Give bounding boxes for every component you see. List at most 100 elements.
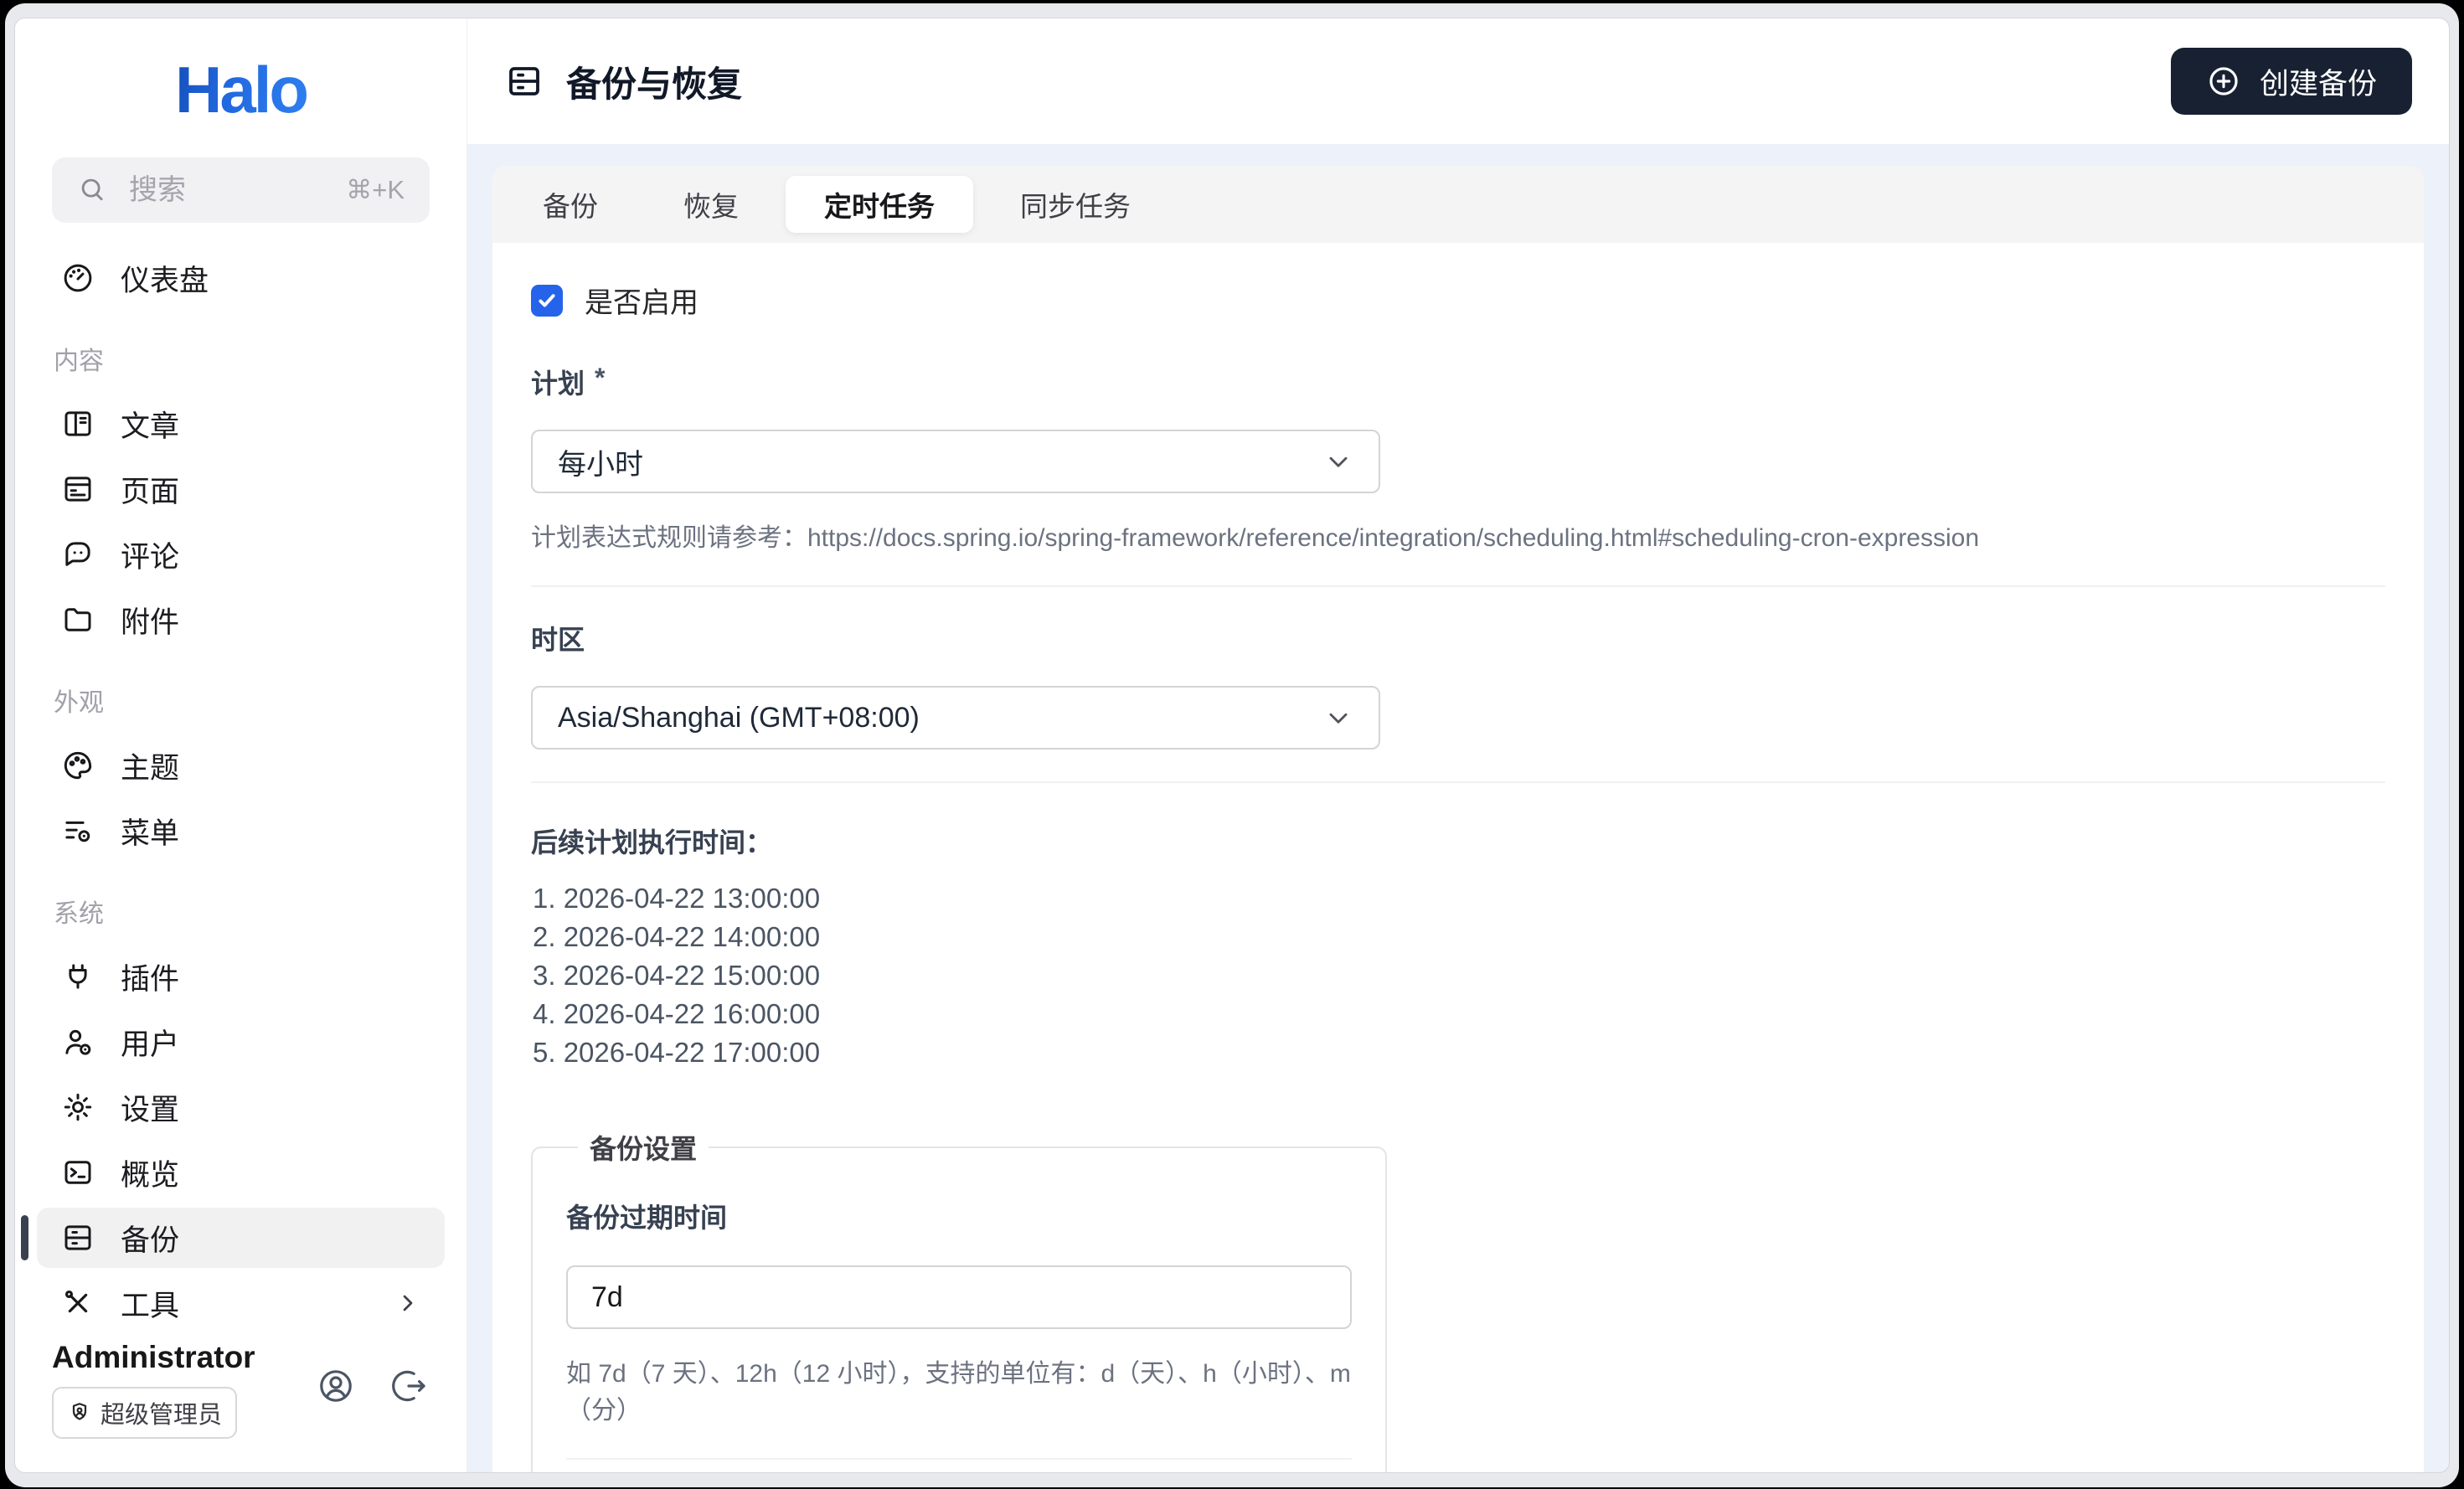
nav-section-system: 系统 — [54, 900, 104, 928]
page-title: 备份与恢复 — [566, 64, 743, 104]
search-input[interactable] — [129, 173, 327, 207]
create-backup-button[interactable]: 创建备份 — [2170, 48, 2412, 115]
timezone-label: 时区 — [531, 619, 2385, 657]
sidebar-item-label: 菜单 — [121, 817, 180, 850]
page-icon — [64, 477, 91, 502]
sidebar-item-tools[interactable]: 工具 — [37, 1273, 445, 1320]
logout-button[interactable] — [389, 1366, 430, 1406]
enable-label: 是否启用 — [585, 287, 698, 319]
user-area: Administrator 超级管理员 — [15, 1320, 467, 1472]
next-run-item: 2026-04-22 15:00:00 — [533, 957, 2385, 994]
next-runs-list: 2026-04-22 13:00:00 2026-04-22 14:00:00 … — [533, 880, 2385, 1071]
user-name: Administrator — [52, 1340, 255, 1374]
menu-gear-icon — [65, 821, 90, 842]
schedule-label: 计划 * — [531, 363, 2385, 401]
tabbar: 备份 恢复 定时任务 同步任务 — [492, 166, 2424, 243]
sidebar-item-overview[interactable]: 概览 — [37, 1142, 445, 1203]
timezone-select[interactable]: Asia/Shanghai (GMT+08:00) — [531, 686, 1380, 750]
sidebar-nav: 仪表盘 内容 文章 页面 评论 附件 外观 主题 菜单 系统 插件 用户 设置 … — [15, 240, 467, 1320]
sidebar-item-comments[interactable]: 评论 — [37, 524, 445, 585]
next-runs-block: 后续计划执行时间： 2026-04-22 13:00:00 2026-04-22… — [531, 815, 2385, 1081]
tab-sync-tasks[interactable]: 同步任务 — [982, 176, 1169, 233]
scheduled-tasks-panel: 是否启用 计划 * 每小时 计划表达式规则请参考：https://docs.sp… — [492, 243, 2424, 1472]
expiry-input[interactable] — [566, 1265, 1352, 1329]
plus-circle-icon — [2209, 67, 2238, 95]
sidebar-item-themes[interactable]: 主题 — [37, 735, 445, 796]
retention-field: 成功记录保留份数 设置之后会自动清理较旧的备份，设置为 0 即不限制 — [566, 1460, 1352, 1472]
expiry-help: 如 7d（7 天）、12h（12 小时），支持的单位有：d（天）、h（小时）、m… — [566, 1360, 1351, 1425]
folder-icon — [64, 608, 91, 631]
chevron-down-icon — [1329, 713, 1348, 724]
sidebar: Halo ⌘+K 仪表盘 内容 — [15, 18, 467, 1472]
timezone-label-text: 时区 — [531, 625, 585, 655]
gauge-icon — [64, 264, 92, 292]
app-window: Halo ⌘+K 仪表盘 内容 — [14, 18, 2450, 1473]
sidebar-item-label: 插件 — [121, 962, 180, 996]
sidebar-item-settings[interactable]: 设置 — [37, 1077, 445, 1137]
user-meta: Administrator 超级管理员 — [52, 1340, 255, 1439]
schedule-help: 计划表达式规则请参考：https://docs.spring.io/spring… — [531, 524, 1980, 552]
archive-icon — [64, 1225, 91, 1250]
tools-icon — [64, 1290, 88, 1313]
sidebar-item-menus[interactable]: 菜单 — [37, 801, 445, 861]
schedule-select[interactable]: 每小时 — [531, 430, 1380, 493]
sidebar-item-label: 附件 — [121, 605, 180, 639]
search-shortcut: ⌘+K — [346, 175, 405, 204]
profile-button[interactable] — [316, 1366, 356, 1406]
sidebar-item-pages[interactable]: 页面 — [37, 459, 445, 519]
check-icon — [539, 293, 555, 307]
logout-icon — [392, 1370, 425, 1402]
schedule-label-text: 计划 — [531, 368, 585, 399]
timezone-field: 时区 Asia/Shanghai (GMT+08:00) — [531, 619, 2385, 783]
role-badge-label: 超级管理员 — [101, 1402, 223, 1429]
sidebar-item-posts[interactable]: 文章 — [37, 394, 445, 454]
sidebar-item-attachments[interactable]: 附件 — [37, 590, 445, 650]
required-mark: * — [595, 363, 606, 393]
timezone-select-value: Asia/Shanghai (GMT+08:00) — [558, 701, 920, 734]
main-area: 备份与恢复 创建备份 备份 恢复 定时任务 同步任务 是否启用 计划 * 每小时… — [467, 18, 2449, 1472]
user-gear-icon — [65, 1029, 91, 1055]
schedule-field: 计划 * 每小时 计划表达式规则请参考：https://docs.spring.… — [531, 363, 2385, 587]
schedule-select-value: 每小时 — [558, 448, 643, 481]
sidebar-item-backup[interactable]: 备份 — [21, 1208, 445, 1268]
sidebar-item-label: 页面 — [121, 475, 180, 508]
sidebar-item-label: 文章 — [121, 410, 180, 443]
sidebar-item-label: 设置 — [121, 1093, 180, 1126]
archive-icon — [509, 67, 539, 95]
palette-icon — [64, 751, 92, 780]
enable-checkbox[interactable] — [531, 284, 563, 317]
backup-settings-fieldset: 备份设置 备份过期时间 如 7d（7 天）、12h（12 小时），支持的单位有：… — [531, 1128, 1387, 1472]
article-icon — [64, 411, 91, 436]
expiry-label: 备份过期时间 — [566, 1197, 1352, 1235]
sidebar-item-label: 概览 — [121, 1158, 180, 1192]
chevron-right-icon — [403, 1295, 413, 1311]
next-runs-title: 后续计划执行时间： — [531, 827, 773, 858]
shield-user-icon — [72, 1403, 87, 1420]
tab-backup[interactable]: 备份 — [504, 176, 637, 233]
nav-section-appearance: 外观 — [54, 689, 104, 717]
user-circle-icon — [320, 1370, 352, 1402]
tab-restore[interactable]: 恢复 — [645, 176, 777, 233]
backup-settings-legend: 备份设置 — [590, 1134, 698, 1164]
sidebar-item-label: 评论 — [121, 540, 180, 574]
search-box[interactable]: ⌘+K — [52, 157, 430, 223]
sidebar-item-label: 备份 — [121, 1224, 180, 1257]
logo-wrap: Halo — [15, 18, 467, 152]
enable-row: 是否启用 — [531, 268, 2385, 363]
comment-icon — [65, 542, 90, 566]
terminal-icon — [64, 1161, 91, 1184]
sidebar-item-plugins[interactable]: 插件 — [37, 946, 445, 1007]
sidebar-item-dashboard[interactable]: 仪表盘 — [37, 248, 445, 308]
sidebar-item-users[interactable]: 用户 — [37, 1012, 445, 1072]
tab-scheduled-tasks[interactable]: 定时任务 — [786, 176, 973, 233]
user-actions — [316, 1366, 430, 1413]
next-run-item: 2026-04-22 17:00:00 — [533, 1034, 2385, 1071]
title-wrap: 备份与恢复 — [504, 56, 742, 107]
backup-card: 备份 恢复 定时任务 同步任务 是否启用 计划 * 每小时 计划表达式规则请参考… — [492, 166, 2424, 1472]
create-backup-label: 创建备份 — [2259, 67, 2377, 100]
sidebar-item-label: 仪表盘 — [121, 264, 209, 297]
next-run-item: 2026-04-22 16:00:00 — [533, 996, 2385, 1033]
role-badge: 超级管理员 — [52, 1387, 238, 1439]
next-run-item: 2026-04-22 13:00:00 — [533, 880, 2385, 917]
sidebar-item-label: 主题 — [121, 751, 180, 785]
